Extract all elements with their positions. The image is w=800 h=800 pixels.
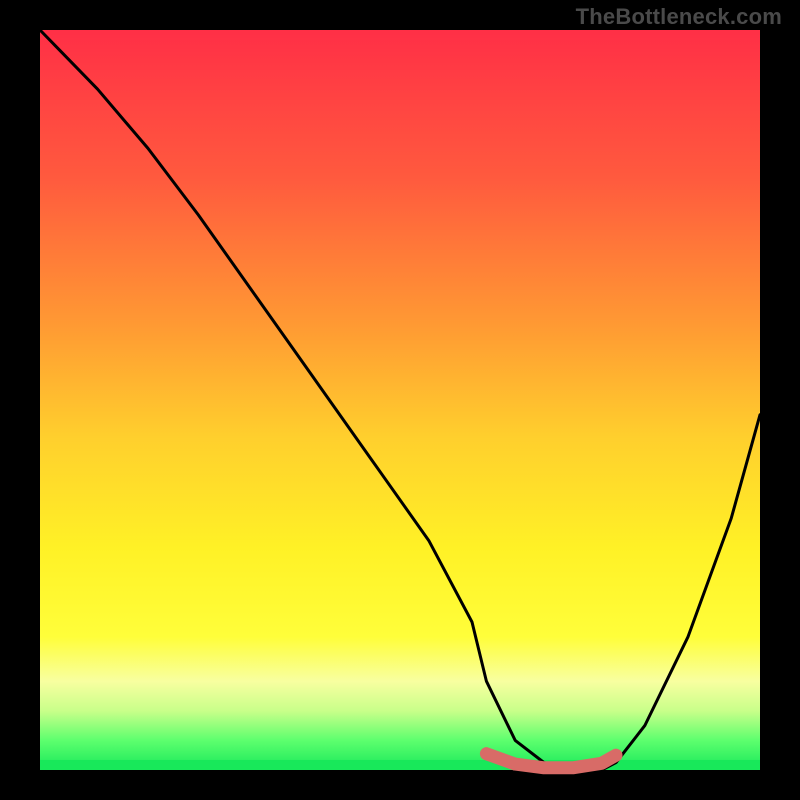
green-bottom-strip [40, 760, 760, 770]
watermark-text: TheBottleneck.com [576, 4, 782, 30]
bottleneck-chart [0, 0, 800, 800]
plot-background [40, 30, 760, 770]
chart-stage: { "watermark": "TheBottleneck.com", "col… [0, 0, 800, 800]
